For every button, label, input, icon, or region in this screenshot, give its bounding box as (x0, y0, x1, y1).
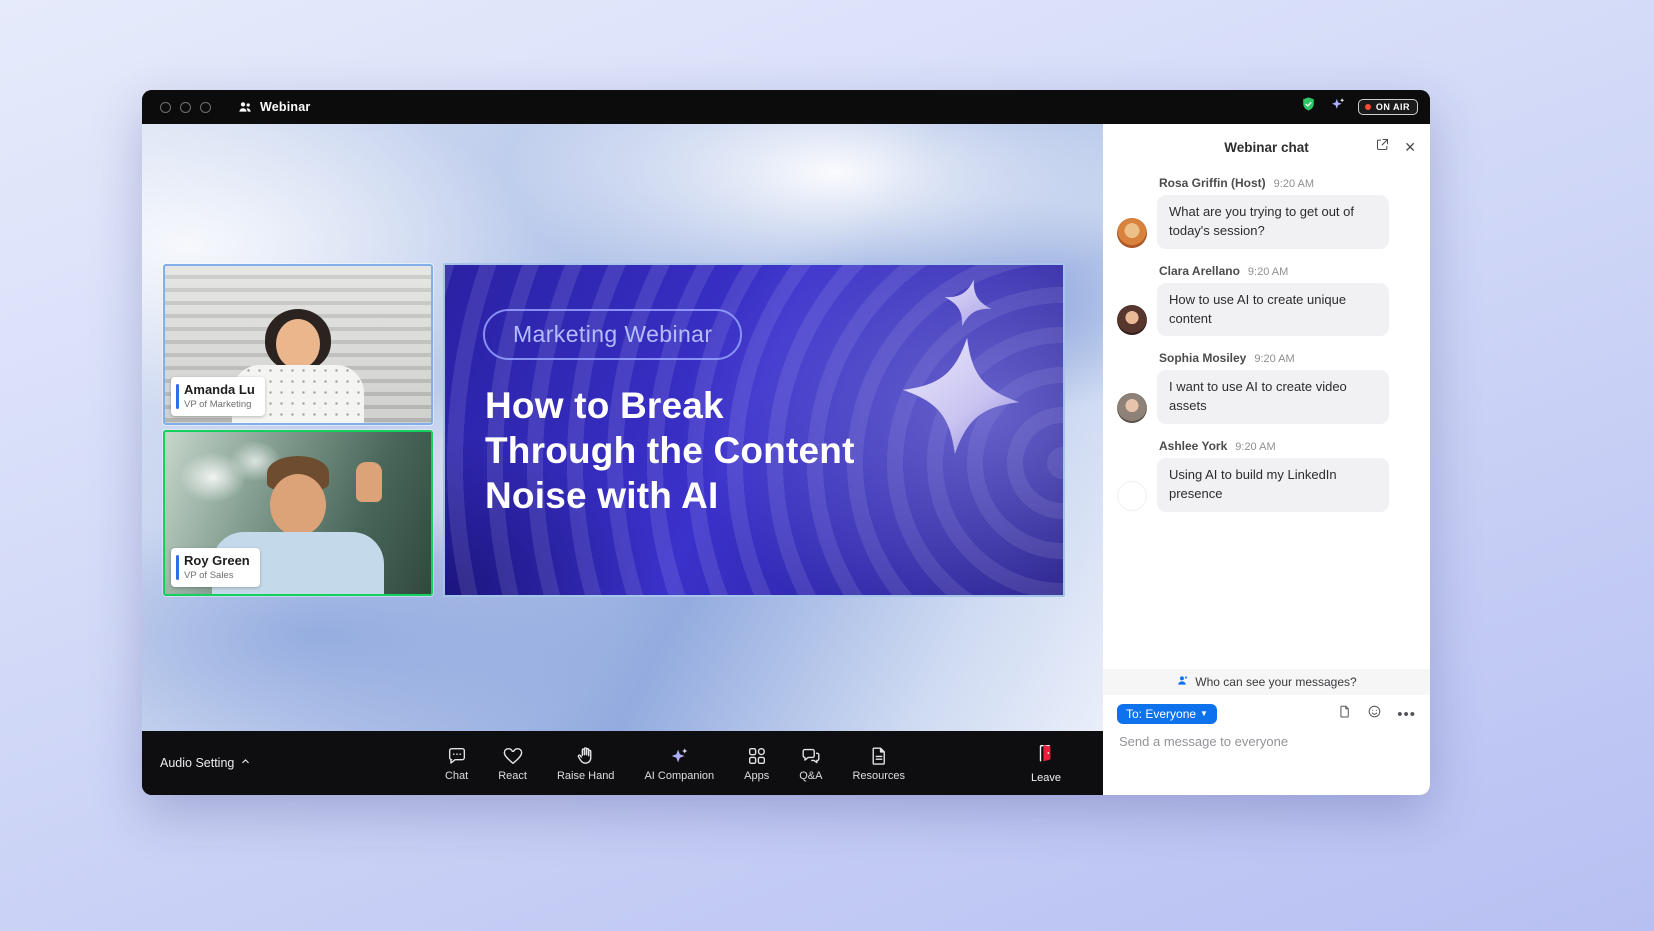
window-close-button[interactable] (160, 102, 171, 113)
chat-panel-title: Webinar chat (1224, 140, 1309, 155)
audio-setting-button[interactable]: Audio Setting (142, 756, 367, 770)
person-icon (1176, 674, 1189, 690)
apps-grid-icon (746, 745, 768, 767)
participant-name: Amanda Lu (184, 382, 255, 398)
message-sender: Rosa Griffin (Host) (1159, 176, 1266, 190)
chat-panel: Webinar chat ✕ Rosa Griffin (Host) 9:20 (1103, 124, 1430, 795)
chat-message: Sophia Mosiley 9:20 AM I want to use AI … (1117, 351, 1416, 424)
app-title: Webinar (260, 100, 311, 114)
chevron-down-icon: ▼ (1200, 710, 1208, 718)
decorative-sparkle-icon (936, 271, 999, 334)
chat-message: Rosa Griffin (Host) 9:20 AM What are you… (1117, 176, 1416, 249)
chat-bubble-icon (446, 745, 468, 767)
message-bubble: How to use AI to create unique content (1157, 283, 1389, 337)
security-shield-icon[interactable] (1300, 96, 1317, 118)
meeting-toolbar: Audio Setting Chat (142, 731, 1103, 795)
video-stage: Amanda Lu VP of Marketing Roy Green VP o… (142, 124, 1103, 731)
message-time: 9:20 AM (1235, 441, 1275, 453)
window-maximize-button[interactable] (200, 102, 211, 113)
chat-message: Ashlee York 9:20 AM Using AI to build my… (1117, 439, 1416, 512)
participant-name: Roy Green (184, 553, 250, 569)
message-sender: Clara Arellano (1159, 264, 1240, 278)
message-sender: Sophia Mosiley (1159, 351, 1246, 365)
avatar (1117, 393, 1147, 423)
message-bubble: Using AI to build my LinkedIn presence (1157, 458, 1389, 512)
video-tile-roy[interactable]: Roy Green VP of Sales (163, 430, 433, 596)
avatar (1117, 305, 1147, 335)
document-icon (868, 745, 890, 767)
participants-icon (237, 99, 253, 115)
ai-sparkle-icon (668, 745, 690, 767)
message-bubble: What are you trying to get out of today'… (1157, 195, 1389, 249)
participant-title: VP of Sales (184, 570, 250, 582)
webinar-app-window: Webinar (142, 90, 1430, 795)
window-minimize-button[interactable] (180, 102, 191, 113)
main-region: Amanda Lu VP of Marketing Roy Green VP o… (142, 124, 1103, 795)
toolbar-item-chat[interactable]: Chat (445, 745, 468, 782)
toolbar-item-resources[interactable]: Resources (852, 745, 905, 782)
heart-icon (502, 745, 524, 767)
message-time: 9:20 AM (1274, 178, 1314, 190)
qa-bubbles-icon (800, 745, 822, 767)
titlebar: Webinar (142, 90, 1430, 124)
toolbar-item-react[interactable]: React (498, 745, 527, 782)
chat-message: Clara Arellano 9:20 AM How to use AI to … (1117, 264, 1416, 337)
nametag-roy: Roy Green VP of Sales (171, 548, 260, 587)
on-air-dot-icon (1365, 104, 1371, 110)
leave-door-icon (1035, 742, 1057, 769)
chevron-up-icon (240, 756, 251, 770)
message-bubble: I want to use AI to create video assets (1157, 370, 1389, 424)
on-air-badge: ON AIR (1358, 99, 1418, 115)
popout-icon[interactable] (1375, 137, 1390, 157)
avatar (1117, 481, 1147, 511)
decorative-sparkle-icon (894, 329, 1028, 463)
raised-hand-icon (575, 745, 597, 767)
toolbar-item-ai-companion[interactable]: AI Companion (644, 745, 714, 782)
chat-footer: Who can see your messages? To: Everyone … (1103, 669, 1430, 795)
ai-companion-status-icon[interactable] (1329, 96, 1346, 118)
toolbar-item-apps[interactable]: Apps (744, 745, 769, 782)
window-controls (160, 102, 211, 113)
toolbar-item-raise-hand[interactable]: Raise Hand (557, 745, 614, 782)
message-sender: Ashlee York (1159, 439, 1227, 453)
more-options-icon[interactable]: ••• (1397, 707, 1416, 722)
close-icon[interactable]: ✕ (1404, 140, 1416, 154)
recipient-selector[interactable]: To: Everyone ▼ (1117, 704, 1217, 724)
emoji-icon[interactable] (1367, 704, 1382, 724)
attach-file-icon[interactable] (1337, 704, 1352, 724)
slide-title: How to Break Through the Content Noise w… (485, 383, 855, 518)
chat-header: Webinar chat ✕ (1103, 124, 1430, 170)
leave-button[interactable]: Leave (1031, 742, 1103, 784)
slide-badge: Marketing Webinar (483, 309, 742, 360)
message-time: 9:20 AM (1254, 353, 1294, 365)
video-tile-amanda[interactable]: Amanda Lu VP of Marketing (163, 264, 433, 425)
nametag-amanda: Amanda Lu VP of Marketing (171, 377, 265, 416)
chat-message-list[interactable]: Rosa Griffin (Host) 9:20 AM What are you… (1103, 170, 1430, 669)
chat-input[interactable]: Send a message to everyone (1103, 728, 1430, 795)
toolbar-item-qa[interactable]: Q&A (799, 745, 822, 782)
privacy-note[interactable]: Who can see your messages? (1103, 669, 1430, 695)
message-time: 9:20 AM (1248, 266, 1288, 278)
shared-slide: Marketing Webinar How to Break Through t… (443, 263, 1065, 597)
avatar (1117, 218, 1147, 248)
participant-title: VP of Marketing (184, 399, 255, 411)
